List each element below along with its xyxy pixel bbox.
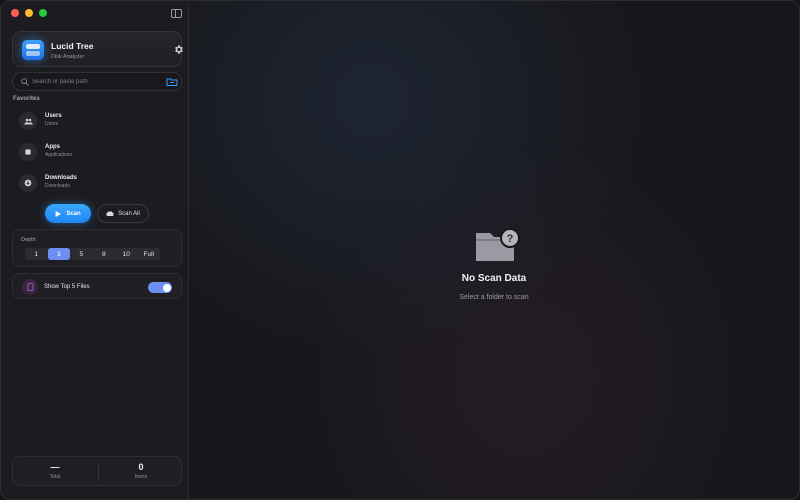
scan-all-button[interactable]: Scan All bbox=[97, 204, 149, 223]
stat-total: — Total bbox=[13, 462, 97, 480]
zoom-window-button[interactable] bbox=[39, 9, 47, 17]
empty-state-subtitle: Select a folder to scan bbox=[459, 294, 529, 301]
top-files-card: Show Top 5 Files bbox=[12, 273, 182, 299]
favorite-path: Applications bbox=[45, 152, 72, 158]
scan-label: Scan bbox=[66, 210, 81, 217]
depth-option-5[interactable]: 5 bbox=[70, 248, 93, 260]
favorite-item-users[interactable]: Users Users bbox=[19, 110, 169, 132]
top-files-label: Show Top 5 Files bbox=[44, 284, 90, 290]
empty-state-title: No Scan Data bbox=[461, 273, 527, 284]
search-input[interactable] bbox=[32, 75, 162, 89]
app-header-card: Lucid Tree Disk Analyzer bbox=[12, 31, 184, 67]
total-value: — bbox=[50, 462, 60, 472]
depth-option-8[interactable]: 8 bbox=[93, 248, 116, 260]
top-files-toggle[interactable] bbox=[148, 282, 172, 293]
main-content: ? No Scan Data Select a folder to scan bbox=[189, 1, 799, 499]
depth-segmented-control: 1 3 5 8 10 Full bbox=[25, 248, 160, 260]
window-controls bbox=[11, 9, 47, 17]
search-field bbox=[12, 72, 182, 91]
app-title: Lucid Tree bbox=[51, 41, 94, 51]
favorite-name: Users bbox=[45, 113, 62, 119]
disk-logo-icon bbox=[22, 40, 44, 60]
total-label: Total bbox=[49, 474, 61, 480]
stats-card: — Total 0 Items bbox=[12, 456, 182, 486]
favorite-path: Users bbox=[45, 121, 59, 127]
favorite-item-downloads[interactable]: Downloads Downloads bbox=[19, 172, 169, 194]
toggle-knob bbox=[162, 283, 171, 292]
gear-icon[interactable] bbox=[173, 44, 184, 55]
favorite-path: Downloads bbox=[45, 183, 70, 189]
minimize-window-button[interactable] bbox=[25, 9, 33, 17]
app-window: Lucid Tree Disk Analyzer Favorites bbox=[0, 0, 800, 500]
favorites-header: Favorites bbox=[13, 96, 40, 102]
close-window-button[interactable] bbox=[11, 9, 19, 17]
play-icon bbox=[55, 210, 62, 217]
scan-all-label: Scan All bbox=[118, 210, 140, 217]
depth-option-3[interactable]: 3 bbox=[47, 248, 70, 260]
favorite-item-apps[interactable]: Apps Applications bbox=[19, 141, 169, 163]
apps-icon bbox=[19, 143, 37, 161]
depth-card: Depth 1 3 5 8 10 Full bbox=[12, 229, 182, 267]
svg-text:?: ? bbox=[507, 233, 514, 245]
stat-items: 0 Items bbox=[99, 462, 183, 480]
users-icon bbox=[19, 112, 37, 130]
depth-label: Depth bbox=[21, 237, 36, 243]
favorite-name: Downloads bbox=[45, 175, 78, 181]
sidebar-toggle-icon[interactable] bbox=[171, 9, 182, 18]
items-value: 0 bbox=[138, 462, 144, 472]
open-folder-icon[interactable] bbox=[166, 77, 178, 87]
app-subtitle: Disk Analyzer bbox=[51, 54, 85, 60]
sidebar: Lucid Tree Disk Analyzer Favorites bbox=[1, 1, 189, 499]
download-icon bbox=[19, 174, 37, 192]
items-label: Items bbox=[134, 474, 148, 480]
search-icon bbox=[21, 78, 29, 86]
depth-option-full[interactable]: Full bbox=[138, 248, 161, 260]
scan-button[interactable]: Scan bbox=[45, 204, 91, 223]
depth-option-10[interactable]: 10 bbox=[115, 248, 138, 260]
folder-question-icon: ? bbox=[476, 228, 520, 261]
favorite-name: Apps bbox=[45, 144, 60, 150]
depth-option-1[interactable]: 1 bbox=[25, 248, 48, 260]
document-icon bbox=[22, 279, 38, 295]
drives-icon bbox=[106, 211, 114, 216]
